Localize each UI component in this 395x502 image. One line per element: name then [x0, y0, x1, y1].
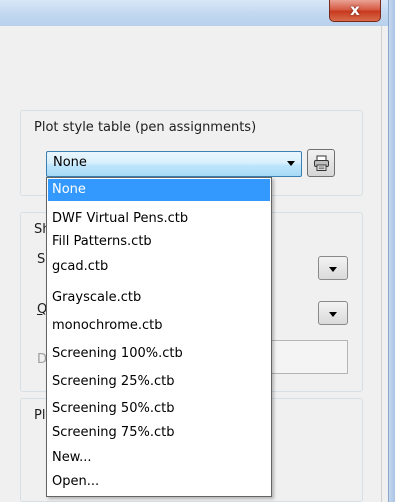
dropdown-option-screening-25[interactable]: Screening 25%.ctb: [48, 371, 270, 393]
edit-plot-style-button[interactable]: [307, 149, 335, 177]
plot-style-select[interactable]: None: [46, 151, 302, 177]
printer-icon: [314, 155, 329, 171]
dropdown-option-gcad[interactable]: gcad.ctb: [48, 256, 270, 278]
shade-plot-label: S: [37, 252, 46, 267]
dropdown-option-screening-100[interactable]: Screening 100%.ctb: [48, 343, 270, 365]
dropdown-option-none[interactable]: None: [48, 179, 270, 201]
plot-style-select-value: None: [53, 155, 87, 170]
shade-plot-select[interactable]: [318, 256, 348, 280]
dropdown-option-screening-50[interactable]: Screening 50%.ctb: [48, 398, 270, 420]
dropdown-option-fill-patterns[interactable]: Fill Patterns.ctb: [48, 231, 270, 253]
plot-style-dropdown-list[interactable]: None DWF Virtual Pens.ctb Fill Patterns.…: [46, 177, 272, 497]
dropdown-option-monochrome[interactable]: monochrome.ctb: [48, 315, 270, 337]
chevron-down-icon: [329, 312, 337, 317]
dropdown-option-new[interactable]: New...: [48, 447, 270, 469]
dropdown-option-open[interactable]: Open...: [48, 471, 270, 493]
chevron-down-icon: [329, 267, 337, 272]
dropdown-option-dwf-virtual-pens[interactable]: DWF Virtual Pens.ctb: [48, 208, 270, 230]
dialog-inner-edge: [381, 26, 382, 502]
chevron-down-icon: [287, 161, 295, 166]
close-button[interactable]: x: [329, 0, 381, 22]
quality-select[interactable]: [318, 301, 348, 325]
dropdown-option-grayscale[interactable]: Grayscale.ctb: [48, 287, 270, 309]
plot-style-group-label: Plot style table (pen assignments): [32, 120, 259, 136]
dpi-input[interactable]: [270, 340, 348, 374]
window-frame-right: [388, 0, 395, 502]
dropdown-option-screening-75[interactable]: Screening 75%.ctb: [48, 422, 270, 444]
close-icon: x: [350, 1, 360, 19]
